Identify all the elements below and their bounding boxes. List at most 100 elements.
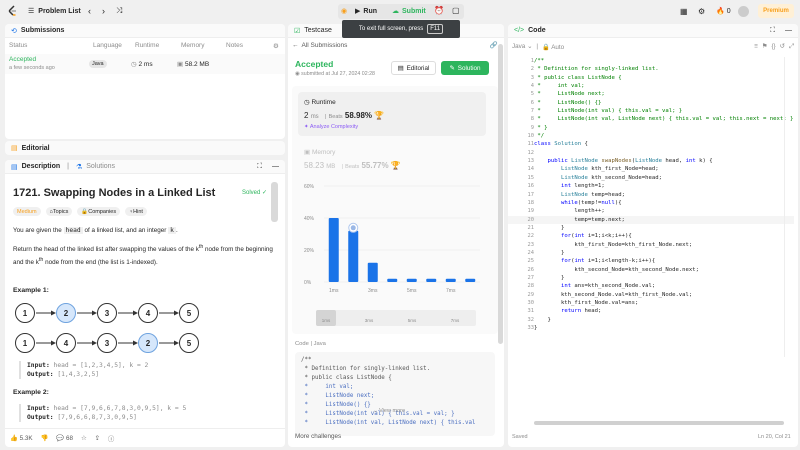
code-line[interactable]: 14 ListNode kth_first_Node=head;	[508, 165, 794, 173]
notes-icon[interactable]: ▢	[452, 6, 460, 15]
scrollbar[interactable]	[498, 44, 503, 344]
column-status[interactable]: Status	[9, 42, 27, 49]
runtime-bar[interactable]	[348, 230, 359, 282]
code-line[interactable]: 2 * Definition for singly-linked list.	[508, 65, 794, 73]
leetcode-logo-icon[interactable]	[8, 0, 18, 22]
share-icon[interactable]: ⇪	[95, 435, 100, 442]
code-line[interactable]: 8 * ListNode(int val, ListNode next) { t…	[508, 115, 794, 123]
layout-icon[interactable]: ▦	[680, 0, 688, 22]
code-line[interactable]: 9 * }	[508, 124, 794, 132]
runtime-mini-chart[interactable]: 1ms 3ms 5ms 7ms	[316, 310, 476, 326]
help-icon[interactable]: ⓘ	[108, 434, 114, 443]
code-line[interactable]: 6 * ListNode() {}	[508, 99, 794, 107]
memory-label[interactable]: ▣ Memory	[304, 148, 335, 156]
prev-problem-icon[interactable]: ‹	[88, 0, 91, 22]
editorial-button[interactable]: ▤ Editorial	[391, 61, 436, 75]
code-line[interactable]: 10 */	[508, 132, 794, 140]
view-more-button[interactable]: ⌄ View more	[373, 408, 405, 414]
topics-tag[interactable]: ⌂ Topics	[45, 207, 73, 216]
runtime-bar[interactable]	[387, 278, 398, 282]
code-line[interactable]: 27 }	[508, 274, 794, 282]
analyze-complexity-link[interactable]: ✦ Analyze Complexity	[304, 124, 358, 130]
align-icon[interactable]: ≡	[754, 43, 758, 50]
code-line[interactable]: 21 }	[508, 224, 794, 232]
settings-icon[interactable]: ⚙	[698, 0, 705, 22]
code-line[interactable]: 13 public ListNode swapNodes(ListNode he…	[508, 157, 794, 165]
horizontal-scrollbar[interactable]	[534, 421, 784, 425]
column-notes[interactable]: Notes	[226, 42, 243, 49]
dislike-icon[interactable]: 👎	[41, 434, 49, 442]
debug-icon[interactable]: ◉	[341, 7, 347, 15]
code-line[interactable]: 29 kth_second_Node.val=kth_first_Node.va…	[508, 291, 794, 299]
reset-icon[interactable]: ↺	[780, 43, 785, 50]
code-line[interactable]: 3 * public class ListNode {	[508, 74, 794, 82]
tab-testcase[interactable]: Testcase	[304, 27, 332, 34]
minimize-icon[interactable]: —	[272, 163, 279, 170]
timer-icon[interactable]: ⏰	[434, 6, 444, 15]
next-problem-icon[interactable]: ›	[102, 0, 105, 22]
avatar[interactable]	[738, 0, 749, 22]
braces-icon[interactable]: {}	[771, 43, 775, 50]
tab-description[interactable]: Description	[22, 163, 61, 170]
code-line[interactable]: 32 }	[508, 316, 794, 324]
code-line[interactable]: 33}	[508, 324, 794, 332]
code-line[interactable]: 5 * ListNode next;	[508, 90, 794, 98]
code-line[interactable]: 15 ListNode kth_second_Node=head;	[508, 174, 794, 182]
back-to-submissions[interactable]: ← All Submissions 🔗	[292, 41, 498, 50]
code-line[interactable]: 25 for(int i=1;i<length-k;i++){	[508, 257, 794, 265]
hint-tag[interactable]: ♀ Hint	[125, 207, 147, 216]
code-line[interactable]: 12	[508, 149, 794, 157]
code-editor[interactable]: 1/** 2 * Definition for singly-linked lis…	[508, 57, 794, 337]
solution-button[interactable]: ✎ Solution	[441, 61, 489, 75]
code-line[interactable]: 1/**	[508, 57, 794, 65]
code-line[interactable]: 17 ListNode temp=head;	[508, 191, 794, 199]
shuffle-icon[interactable]: ⤨	[116, 0, 122, 22]
code-line[interactable]: 28 int ans=kth_second_Node.val;	[508, 282, 794, 290]
runtime-bar[interactable]	[445, 278, 456, 282]
auto-mode[interactable]: 🔒 Auto	[542, 43, 564, 51]
code-line[interactable]: 30 kth_first_Node.val=ans;	[508, 299, 794, 307]
runtime-distribution-chart[interactable]: 60% 40% 20% 0% 1ms 3ms 5ms 7ms	[302, 178, 488, 306]
code-line[interactable]: 7 * ListNode(int val) { this.val = val; …	[508, 107, 794, 115]
like-button[interactable]: 👍 5.3K	[10, 434, 33, 442]
code-line[interactable]: 18 while(temp!=null){	[508, 199, 794, 207]
submit-button[interactable]: ☁ Submit	[392, 7, 426, 16]
code-line[interactable]: 4 * int val;	[508, 82, 794, 90]
expand-icon[interactable]: ⛶	[257, 163, 262, 171]
comments-button[interactable]: 💬 68	[56, 434, 73, 442]
submission-status[interactable]: Accepted	[9, 56, 36, 63]
runtime-bar[interactable]	[328, 218, 339, 282]
code-line[interactable]: 20 temp=temp.next;	[508, 215, 794, 224]
runtime-bar[interactable]	[426, 278, 437, 282]
code-line[interactable]: 24 }	[508, 249, 794, 257]
more-challenges[interactable]: More challenges	[295, 433, 341, 440]
code-line[interactable]: 23 kth_first_Node=kth_first_Node.next;	[508, 241, 794, 249]
run-button[interactable]: ▶ Run	[355, 7, 377, 16]
column-memory[interactable]: Memory	[181, 42, 204, 49]
runtime-bar[interactable]	[406, 278, 417, 282]
runtime-box[interactable]: ◷ Runtime 2 ms | Beats 58.98% 🏆 ✦ Analyz…	[298, 92, 486, 136]
link-icon[interactable]: 🔗	[490, 41, 498, 49]
code-line[interactable]: 11 class Solution {	[508, 140, 794, 148]
runtime-bar[interactable]	[367, 262, 378, 282]
editorial-panel[interactable]: ▤ Editorial	[5, 141, 285, 155]
star-icon[interactable]: ☆	[81, 435, 87, 442]
tab-solutions[interactable]: Solutions	[86, 163, 115, 170]
bookmark-icon[interactable]: ⚑	[762, 43, 768, 50]
premium-button[interactable]: Premium	[758, 4, 794, 18]
fullscreen-icon[interactable]: ⤢	[789, 43, 794, 51]
code-line[interactable]: 16 int length=1;	[508, 182, 794, 190]
column-settings-icon[interactable]: ⚙	[273, 42, 279, 50]
minimize-icon[interactable]: —	[785, 27, 792, 34]
problem-list-button[interactable]: ☰ Problem List	[28, 0, 81, 22]
language-select[interactable]: Java ⌄	[512, 43, 532, 50]
column-language[interactable]: Language	[93, 42, 122, 49]
code-line[interactable]: 19 length++;	[508, 207, 794, 215]
runtime-bar[interactable]	[465, 278, 476, 282]
streak-counter[interactable]: 🔥 0	[716, 0, 731, 22]
code-line[interactable]: 26 kth_second_Node=kth_second_Node.next;	[508, 266, 794, 274]
code-line[interactable]: 31 return head;	[508, 307, 794, 315]
submission-row[interactable]: Accepted a few seconds ago Java ◷ 2 ms ▣…	[5, 54, 285, 74]
expand-icon[interactable]: ⛶	[770, 27, 775, 35]
scrollbar[interactable]	[271, 182, 278, 222]
